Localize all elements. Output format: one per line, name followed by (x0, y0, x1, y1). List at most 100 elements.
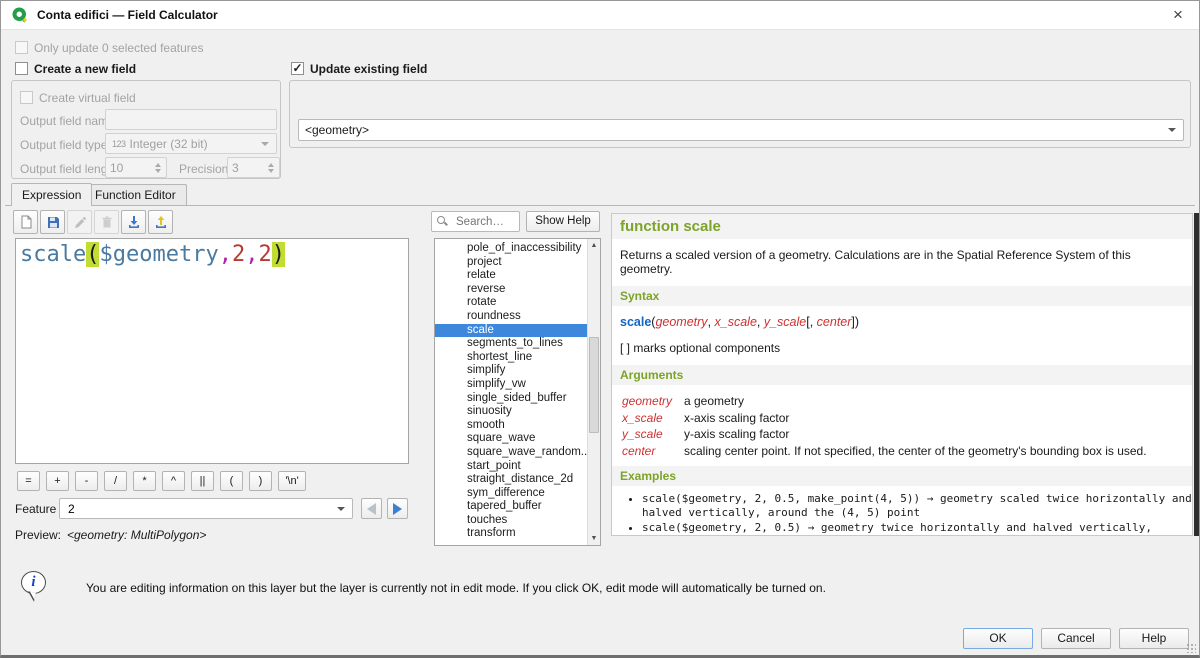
function-list-item[interactable]: project (435, 256, 587, 270)
output-field-name-input (105, 109, 277, 130)
syntax-param: x_scale (715, 315, 757, 329)
expression-editor[interactable]: scale($geometry,2,2) (15, 238, 409, 464)
syntax-separator: , (757, 315, 764, 329)
previous-arrow-icon (367, 503, 376, 515)
expression-token-comma: , (245, 242, 258, 267)
operator-equals-button[interactable]: = (17, 471, 40, 491)
operator-close-paren-button[interactable]: ) (249, 471, 272, 491)
feature-input[interactable] (66, 501, 325, 517)
function-search-box[interactable] (431, 211, 520, 232)
help-optional-note: [ ] marks optional components (612, 331, 1192, 357)
function-list-scrollbar[interactable]: ▲ ▼ (587, 239, 600, 545)
feature-label: Feature (15, 502, 56, 516)
import-expression-button[interactable] (121, 210, 146, 234)
operator-open-paren-button[interactable]: ( (220, 471, 243, 491)
feature-combo[interactable] (59, 498, 353, 519)
function-list-item-selected[interactable]: scale (435, 324, 587, 338)
tab-function-editor[interactable]: Function Editor (84, 184, 187, 205)
function-list-item[interactable]: segments_to_lines (435, 337, 587, 351)
spinner-arrows-icon (265, 159, 277, 176)
function-list[interactable]: pole_of_inaccessibility project relate r… (434, 238, 601, 546)
operator-plus-button[interactable]: + (46, 471, 69, 491)
chevron-down-icon (1168, 128, 1176, 132)
syntax-separator: , (708, 315, 715, 329)
pencil-icon (73, 215, 87, 229)
scrollbar-thumb[interactable] (589, 337, 599, 433)
operator-newline-button[interactable]: '\n' (278, 471, 306, 491)
output-field-length-label: Output field length (20, 162, 117, 176)
delete-expression-button (94, 210, 119, 234)
cancel-button[interactable]: Cancel (1041, 628, 1111, 649)
resize-grip[interactable] (1186, 643, 1196, 653)
scroll-up-icon[interactable]: ▲ (588, 239, 600, 252)
save-expression-button[interactable] (40, 210, 65, 234)
help-syntax-header: Syntax (612, 286, 1192, 306)
show-help-button[interactable]: Show Help (526, 211, 600, 232)
result-arrow-icon: → (927, 492, 934, 505)
expression-token-open-paren: ( (86, 242, 99, 267)
new-file-icon (19, 215, 33, 229)
function-help-panel: function scale Returns a scaled version … (611, 213, 1193, 536)
chevron-down-icon (337, 507, 345, 511)
field-selector-combo[interactable]: <geometry> (298, 119, 1184, 141)
import-arrow-icon (127, 215, 141, 229)
expression-token-close-paren: ) (272, 242, 285, 267)
function-list-item[interactable]: transform (435, 527, 587, 541)
function-list-item[interactable]: tapered_buffer (435, 500, 587, 514)
output-field-type-value: Integer (32 bit) (130, 137, 208, 151)
create-new-field-checkbox[interactable] (15, 62, 28, 75)
function-list-item[interactable]: start_point (435, 460, 587, 474)
only-update-label: Only update 0 selected features (34, 41, 203, 55)
chevron-down-icon (261, 142, 269, 146)
argument-row: x_scale x-axis scaling factor (622, 411, 1184, 425)
operator-minus-button[interactable]: - (75, 471, 98, 491)
field-selector-value: <geometry> (305, 123, 369, 137)
function-list-item[interactable]: reverse (435, 283, 587, 297)
new-expression-button[interactable] (13, 210, 38, 234)
update-existing-field-checkbox[interactable]: ✓ (291, 62, 304, 75)
syntax-function-name: scale (620, 315, 651, 329)
function-list-item[interactable]: simplify_vw (435, 378, 587, 392)
function-list-item[interactable]: straight_distance_2d (435, 473, 587, 487)
ok-button[interactable]: OK (963, 628, 1033, 649)
spinner-arrows-icon (152, 159, 164, 176)
preview-value: <geometry: MultiPolygon> (67, 528, 206, 542)
argument-name: geometry (622, 394, 684, 408)
function-list-item[interactable]: single_sided_buffer (435, 392, 587, 406)
function-list-item[interactable]: touches (435, 514, 587, 528)
precision-value: 3 (232, 161, 239, 175)
next-feature-button[interactable] (387, 498, 408, 519)
function-list-item[interactable]: shortest_line (435, 351, 587, 365)
function-list-item[interactable]: smooth (435, 419, 587, 433)
operator-concat-button[interactable]: || (191, 471, 214, 491)
function-list-item[interactable]: square_wave_random... (435, 446, 587, 460)
output-field-type-combo: 123 Integer (32 bit) (105, 133, 277, 154)
operator-multiply-button[interactable]: * (133, 471, 156, 491)
search-input[interactable] (454, 213, 520, 230)
example-code: scale($geometry, 2, 0.5, make_point(4, 5… (642, 492, 920, 505)
trash-icon (100, 215, 114, 229)
operator-divide-button[interactable]: / (104, 471, 127, 491)
help-syntax-line: scale(geometry, x_scale, y_scale[, cente… (612, 306, 1192, 331)
field-calculator-dialog: Conta edifici — Field Calculator × Only … (0, 0, 1200, 658)
function-list-item[interactable]: pole_of_inaccessibility (435, 242, 587, 256)
function-list-item[interactable]: simplify (435, 364, 587, 378)
function-list-item[interactable]: square_wave (435, 432, 587, 446)
operator-power-button[interactable]: ^ (162, 471, 185, 491)
function-list-item[interactable]: sinuosity (435, 405, 587, 419)
result-arrow-icon: → (808, 521, 815, 534)
syntax-param: geometry (655, 315, 707, 329)
function-list-item[interactable]: sym_difference (435, 487, 587, 501)
argument-name: y_scale (622, 427, 684, 441)
export-expression-button[interactable] (148, 210, 173, 234)
help-examples: scale($geometry, 2, 0.5, make_point(4, 5… (612, 492, 1192, 537)
qgis-logo-icon (11, 6, 29, 24)
function-list-item[interactable]: rotate (435, 296, 587, 310)
expression-token-comma: , (219, 242, 232, 267)
scroll-down-icon[interactable]: ▼ (588, 532, 600, 545)
close-icon[interactable]: × (1167, 4, 1189, 26)
function-list-item[interactable]: roundness (435, 310, 587, 324)
help-button[interactable]: Help (1119, 628, 1189, 649)
function-list-item[interactable]: relate (435, 269, 587, 283)
tab-expression[interactable]: Expression (11, 183, 92, 206)
